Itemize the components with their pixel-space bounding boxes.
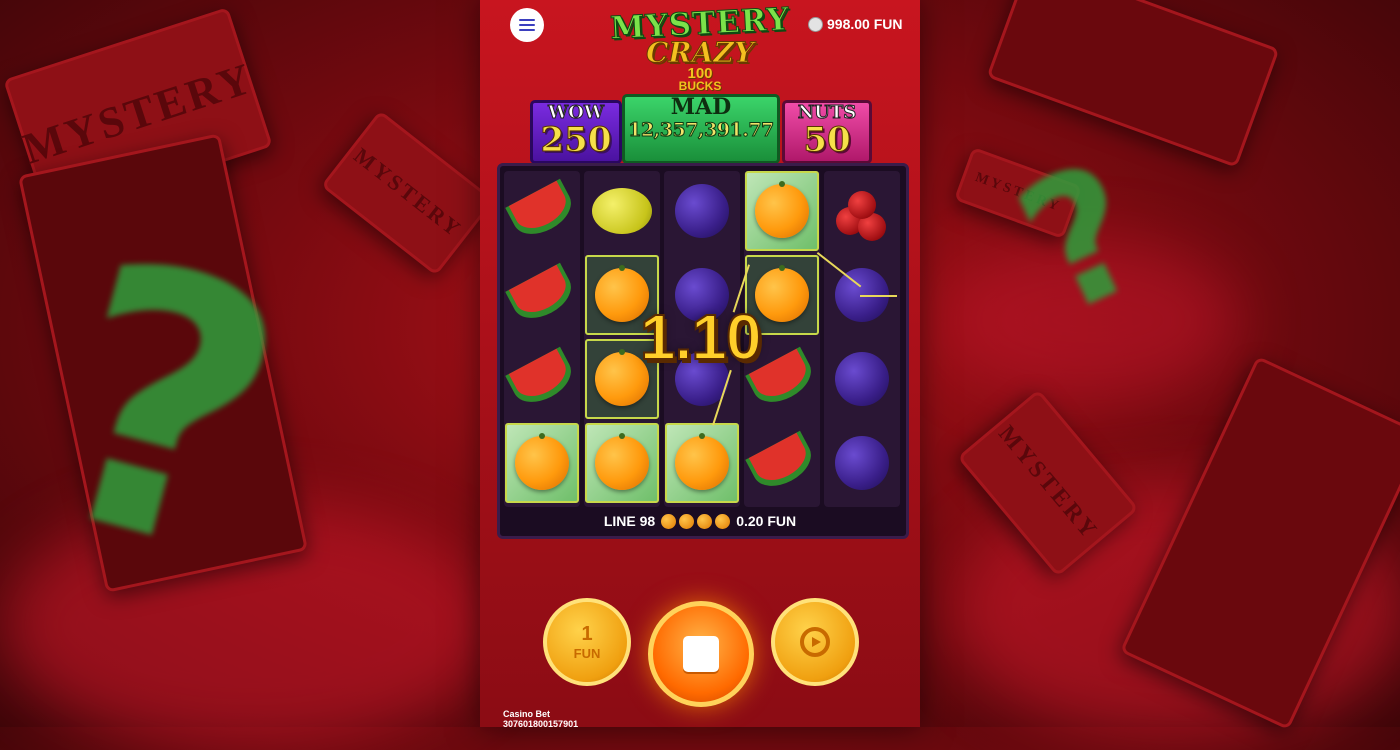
reel-cell [745, 423, 819, 503]
cherry-symbol [834, 183, 890, 241]
reel-column [824, 171, 900, 507]
jackpot-value: 12,357,391.77 [628, 119, 775, 141]
line-label: LINE 98 [603, 513, 656, 529]
reel-cell [505, 423, 579, 503]
mini-orange-icon [661, 513, 677, 529]
watermelon-symbol [505, 346, 579, 412]
reel-cell [505, 171, 579, 251]
payline [860, 295, 897, 297]
jackpot-name: MAD [670, 94, 732, 120]
balance-display: 998.00 FUN [808, 16, 902, 32]
footer-id: 307601800157901 [503, 719, 579, 729]
jackpot-value: 50 [803, 120, 851, 160]
mini-orange-icon [679, 513, 695, 529]
orange-symbol [595, 433, 649, 490]
reel-column [504, 171, 580, 507]
stop-spin-button[interactable] [648, 601, 754, 707]
orange-symbol [755, 265, 809, 322]
autoplay-button[interactable] [771, 598, 859, 686]
reel-cell [505, 255, 579, 335]
reel-cell [585, 423, 659, 503]
reel-cell [505, 339, 579, 419]
reel-cell [745, 171, 819, 251]
line-symbols [661, 513, 731, 529]
autoplay-icon [800, 627, 830, 657]
reel-cell [585, 171, 659, 251]
watermelon-symbol [505, 262, 579, 328]
orange-symbol [515, 433, 569, 490]
reel-cell [665, 171, 739, 251]
plum-symbol [835, 436, 889, 490]
lemon-symbol [592, 188, 652, 234]
watermelon-symbol [505, 178, 579, 244]
bill-text: MYSTERY [349, 142, 468, 243]
reel-cell [825, 171, 899, 251]
reel-cell [665, 423, 739, 503]
background-bill [986, 0, 1280, 168]
coins-icon [808, 16, 823, 32]
bet-unit: FUN [573, 646, 601, 661]
bet-value: 1 [581, 623, 593, 645]
logo-bucks: BUCKS [678, 79, 722, 93]
jackpot-value: 250 [540, 120, 612, 160]
win-amount: 1.10 [639, 300, 763, 374]
line-win-value: 0.20 FUN [736, 513, 797, 529]
bet-button[interactable]: 1 FUN [543, 598, 631, 686]
jackpot-mad: MAD 12,357,391.77 [622, 94, 780, 164]
watermelon-symbol [745, 430, 819, 496]
game-logo: MYSTERY CRAZY 100 BUCKS [600, 1, 800, 101]
jackpot-nuts: NUTS 50 [782, 100, 872, 164]
reel-cell [825, 339, 899, 419]
plum-symbol [835, 352, 889, 406]
footer-label: Casino Bet [503, 709, 551, 719]
mini-orange-icon [697, 513, 713, 529]
line-win-info: LINE 98 0.20 FUN [497, 513, 903, 529]
menu-button[interactable] [510, 8, 544, 42]
orange-symbol [755, 181, 809, 238]
balance-value: 998.00 FUN [827, 16, 903, 32]
background-bill: MYSTERY [320, 110, 496, 276]
stop-icon [683, 636, 719, 672]
reel-cell [825, 423, 899, 503]
plum-symbol [675, 184, 729, 238]
footer-info: Casino Bet 307601800157901 [503, 709, 578, 729]
orange-symbol [675, 433, 729, 490]
jackpot-wow: WOW 250 [530, 100, 622, 164]
mini-orange-icon [715, 513, 731, 529]
